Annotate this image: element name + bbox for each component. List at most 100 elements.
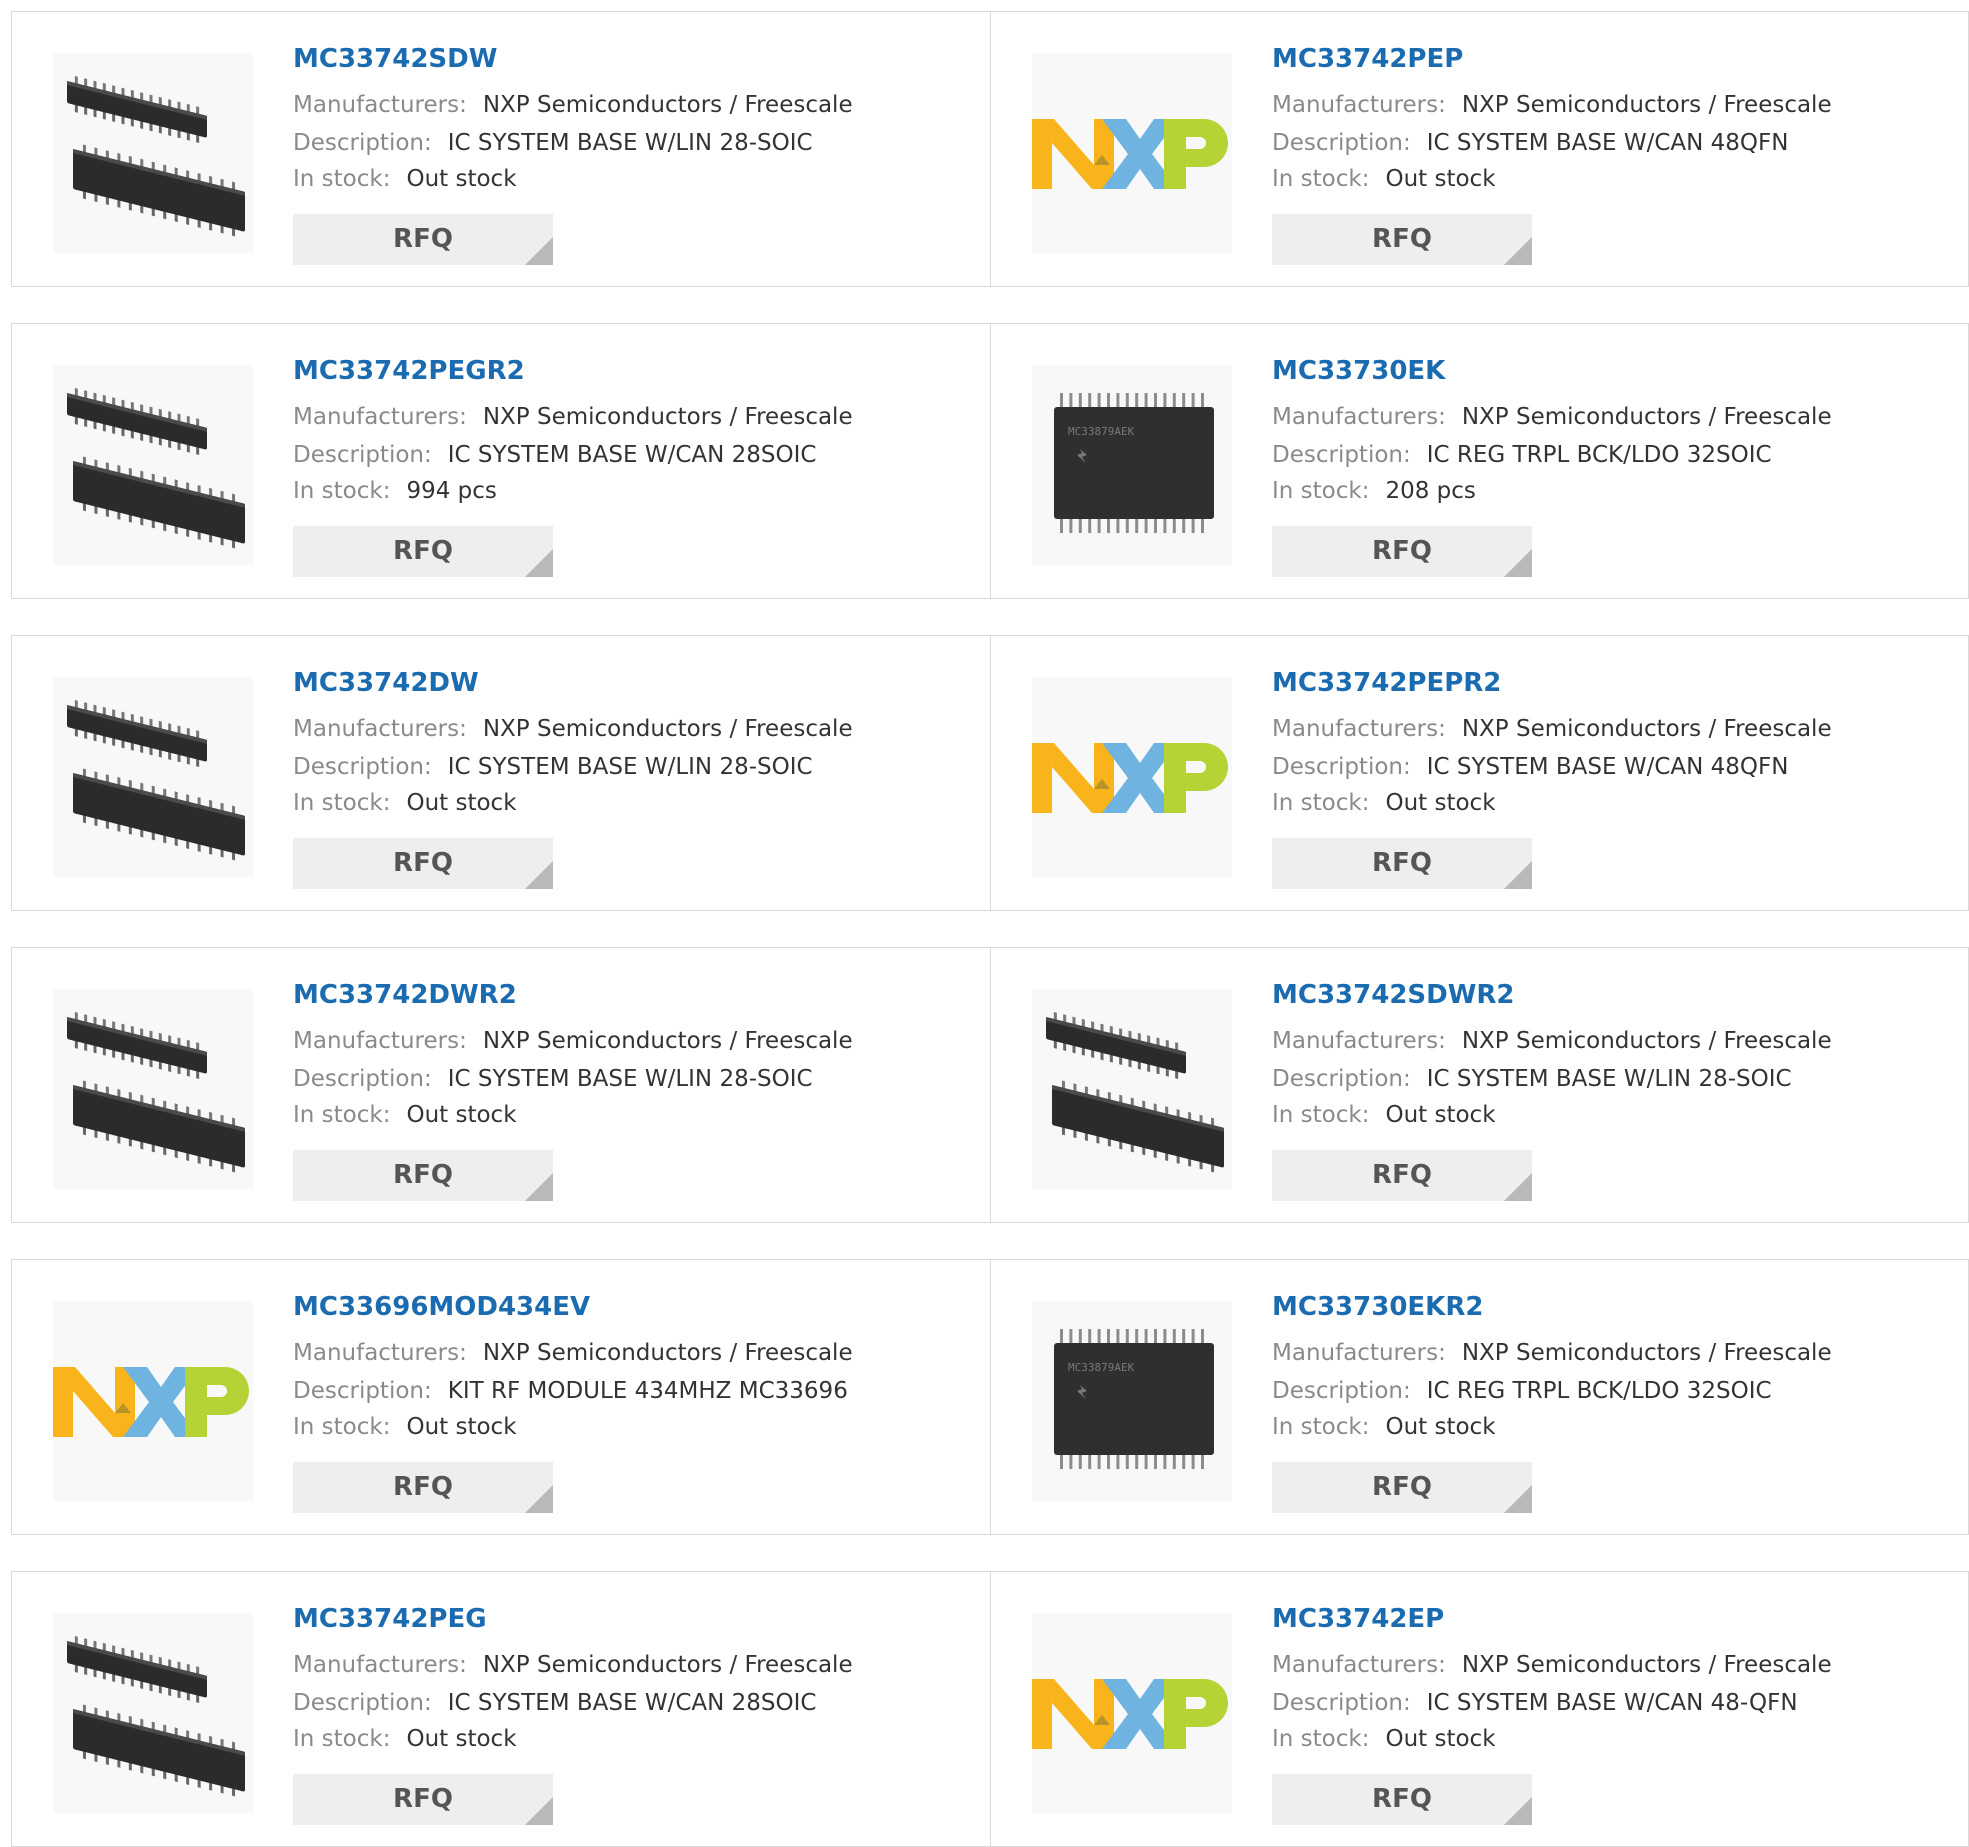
part-number-link[interactable]: MC33742SDWR2	[1272, 980, 1515, 1010]
rfq-button[interactable]: RFQ	[1272, 1150, 1532, 1201]
part-number-link[interactable]: MC33730EKR2	[1272, 1292, 1483, 1322]
manufacturer-label: Manufacturers:	[293, 404, 467, 430]
stock-value: 994 pcs	[406, 478, 497, 504]
stock-value: Out stock	[1385, 1726, 1496, 1752]
rfq-button[interactable]: RFQ	[293, 1462, 553, 1513]
description-label: Description:	[293, 130, 432, 156]
part-number-link[interactable]: MC33730EK	[1272, 356, 1445, 386]
soic-package-pair-icon[interactable]	[53, 989, 253, 1189]
description-line: Description: IC SYSTEM BASE W/LIN 28-SOIC	[293, 754, 813, 780]
manufacturer-label: Manufacturers:	[1272, 1028, 1446, 1054]
stock-label: In stock:	[1272, 478, 1370, 504]
description-value: IC SYSTEM BASE W/CAN 28SOIC	[447, 1690, 817, 1716]
svg-text:MC33879AEK: MC33879AEK	[1068, 425, 1135, 438]
rfq-button[interactable]: RFQ	[293, 1774, 553, 1825]
part-number-link[interactable]: MC33742PEGR2	[293, 356, 525, 386]
nxp-logo-icon[interactable]	[1032, 1613, 1232, 1813]
manufacturer-line: Manufacturers: NXP Semiconductors / Frees…	[293, 92, 853, 118]
stock-line: In stock: Out stock	[293, 1414, 517, 1440]
description-value: IC SYSTEM BASE W/CAN 48QFN	[1426, 130, 1789, 156]
stock-label: In stock:	[293, 1726, 391, 1752]
soic-package-pair-icon[interactable]	[53, 677, 253, 877]
description-line: Description: IC SYSTEM BASE W/LIN 28-SOIC	[1272, 1066, 1792, 1092]
stock-line: In stock: Out stock	[1272, 790, 1496, 816]
rfq-button[interactable]: RFQ	[293, 214, 553, 265]
product-card: MC33742SDWR2 Manufacturers: NXP Semiconduc…	[990, 948, 1969, 1222]
part-number-link[interactable]: MC33742PEG	[293, 1604, 487, 1634]
description-line: Description: IC SYSTEM BASE W/CAN 48QFN	[1272, 754, 1788, 780]
product-card: MC33742PEG Manufacturers: NXP Semiconducto…	[12, 1572, 990, 1846]
chip-top-view-icon[interactable]: MC33879AEK	[1032, 365, 1232, 565]
manufacturer-line: Manufacturers: NXP Semiconductors / Frees…	[1272, 716, 1832, 742]
product-card: MC33742EP Manufacturers: NXP Semiconductor…	[990, 1572, 1969, 1846]
description-label: Description:	[293, 754, 432, 780]
corner-triangle-icon	[525, 1173, 553, 1201]
manufacturer-value: NXP Semiconductors / Freescale	[482, 92, 853, 118]
stock-label: In stock:	[293, 166, 391, 192]
description-line: Description: IC SYSTEM BASE W/LIN 28-SOIC	[293, 1066, 813, 1092]
manufacturer-label: Manufacturers:	[293, 1652, 467, 1678]
chip-top-view-icon[interactable]: MC33879AEK	[1032, 1301, 1232, 1501]
manufacturer-line: Manufacturers: NXP Semiconductors / Frees…	[1272, 1340, 1832, 1366]
rfq-button[interactable]: RFQ	[1272, 526, 1532, 577]
part-number-link[interactable]: MC33742DWR2	[293, 980, 517, 1010]
corner-triangle-icon	[525, 549, 553, 577]
corner-triangle-icon	[1504, 1797, 1532, 1825]
description-label: Description:	[1272, 130, 1411, 156]
part-number-link[interactable]: MC33742DW	[293, 668, 479, 698]
product-card: MC33742PEGR2 Manufacturers: NXP Semiconduc…	[12, 324, 990, 598]
description-value: IC SYSTEM BASE W/LIN 28-SOIC	[1426, 1066, 1792, 1092]
corner-triangle-icon	[1504, 1485, 1532, 1513]
soic-package-pair-icon[interactable]	[53, 365, 253, 565]
manufacturer-value: NXP Semiconductors / Freescale	[1461, 404, 1832, 430]
manufacturer-line: Manufacturers: NXP Semiconductors / Frees…	[293, 1652, 853, 1678]
manufacturer-line: Manufacturers: NXP Semiconductors / Frees…	[1272, 1652, 1832, 1678]
rfq-button-label: RFQ	[393, 1160, 453, 1190]
part-number-link[interactable]: MC33742EP	[1272, 1604, 1444, 1634]
soic-package-pair-icon[interactable]	[53, 1613, 253, 1813]
description-label: Description:	[1272, 442, 1411, 468]
manufacturer-value: NXP Semiconductors / Freescale	[482, 1340, 853, 1366]
stock-line: In stock: Out stock	[1272, 1414, 1496, 1440]
stock-label: In stock:	[1272, 166, 1370, 192]
stock-line: In stock: Out stock	[293, 166, 517, 192]
nxp-logo-icon[interactable]	[53, 1301, 253, 1501]
stock-label: In stock:	[1272, 1102, 1370, 1128]
product-card: MC33742DWR2 Manufacturers: NXP Semiconduct…	[12, 948, 990, 1222]
manufacturer-line: Manufacturers: NXP Semiconductors / Frees…	[293, 1340, 853, 1366]
manufacturer-line: Manufacturers: NXP Semiconductors / Frees…	[293, 716, 853, 742]
soic-package-pair-icon[interactable]	[1032, 989, 1232, 1189]
rfq-button-label: RFQ	[393, 848, 453, 878]
rfq-button[interactable]: RFQ	[1272, 1774, 1532, 1825]
part-number-link[interactable]: MC33742SDW	[293, 44, 497, 74]
rfq-button-label: RFQ	[1372, 1160, 1432, 1190]
nxp-logo-icon[interactable]	[1032, 53, 1232, 253]
manufacturer-label: Manufacturers:	[1272, 716, 1446, 742]
rfq-button[interactable]: RFQ	[293, 526, 553, 577]
description-line: Description: IC SYSTEM BASE W/CAN 48QFN	[1272, 130, 1788, 156]
rfq-button[interactable]: RFQ	[293, 1150, 553, 1201]
nxp-logo-icon[interactable]	[1032, 677, 1232, 877]
part-number-link[interactable]: MC33742PEPR2	[1272, 668, 1501, 698]
rfq-button[interactable]: RFQ	[1272, 1462, 1532, 1513]
product-card: MC33742PEPR2 Manufacturers: NXP Semiconduc…	[990, 636, 1969, 910]
stock-value: Out stock	[1385, 790, 1496, 816]
manufacturer-line: Manufacturers: NXP Semiconductors / Frees…	[1272, 404, 1832, 430]
stock-line: In stock: Out stock	[293, 790, 517, 816]
stock-line: In stock: Out stock	[1272, 1102, 1496, 1128]
svg-text:MC33879AEK: MC33879AEK	[1068, 1361, 1135, 1374]
part-number-link[interactable]: MC33742PEP	[1272, 44, 1463, 74]
rfq-button[interactable]: RFQ	[1272, 838, 1532, 889]
manufacturer-label: Manufacturers:	[293, 92, 467, 118]
rfq-button[interactable]: RFQ	[293, 838, 553, 889]
rfq-button-label: RFQ	[393, 1784, 453, 1814]
corner-triangle-icon	[1504, 861, 1532, 889]
soic-package-pair-icon[interactable]	[53, 53, 253, 253]
stock-label: In stock:	[293, 478, 391, 504]
part-number-link[interactable]: MC33696MOD434EV	[293, 1292, 590, 1322]
rfq-button[interactable]: RFQ	[1272, 214, 1532, 265]
manufacturer-label: Manufacturers:	[1272, 92, 1446, 118]
rfq-button-label: RFQ	[393, 1472, 453, 1502]
stock-line: In stock: Out stock	[293, 1726, 517, 1752]
description-line: Description: IC REG TRPL BCK/LDO 32SOIC	[1272, 1378, 1772, 1404]
